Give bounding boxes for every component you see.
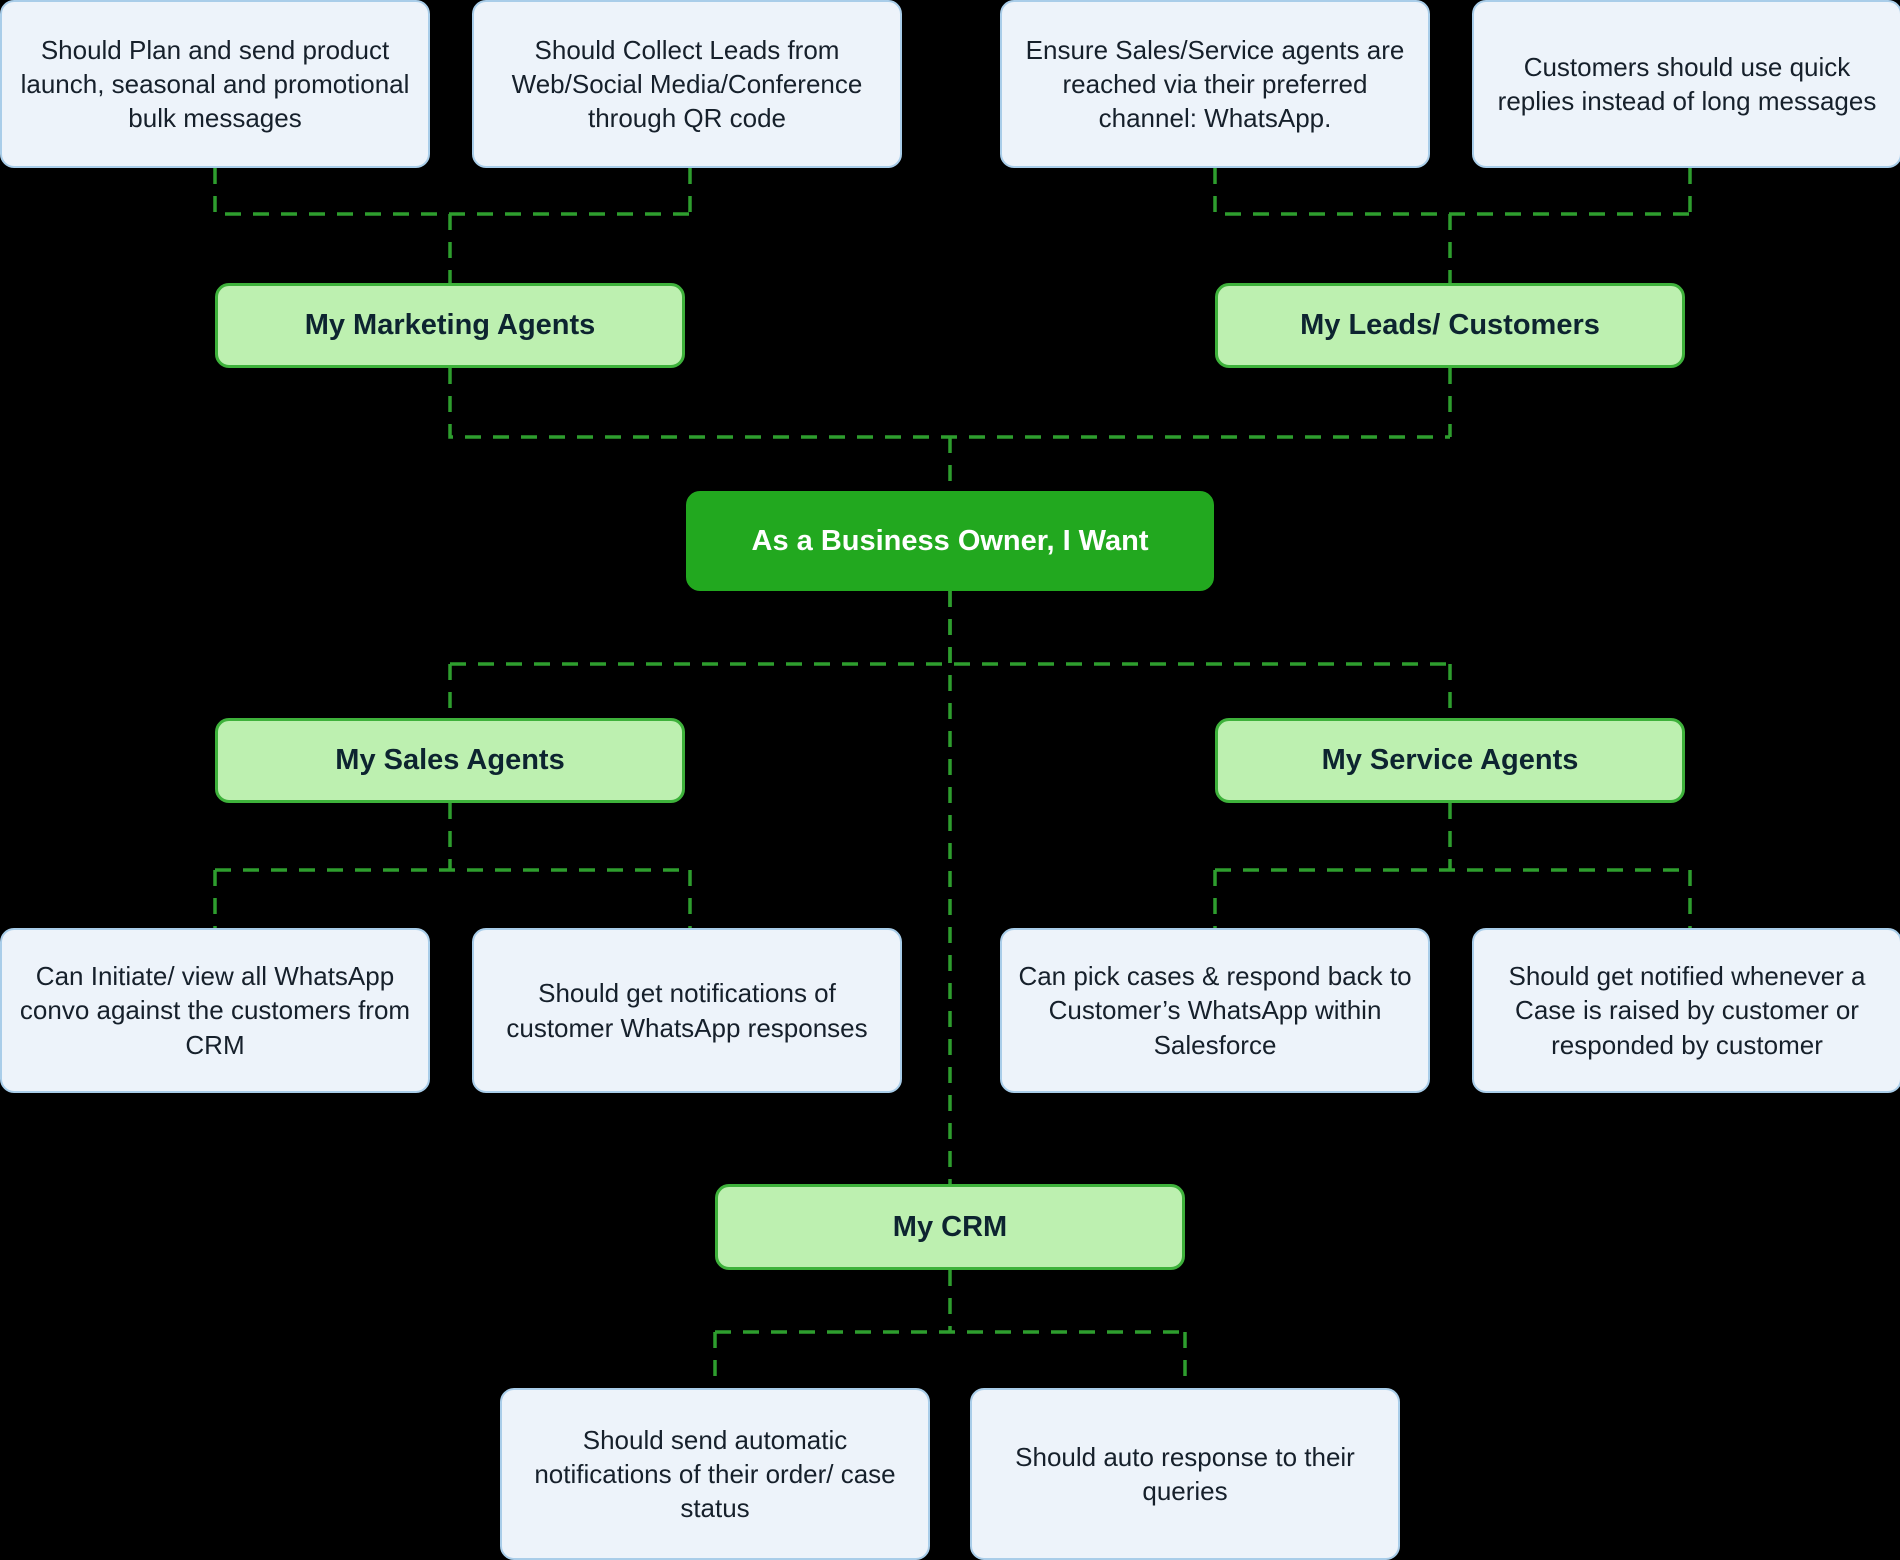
requirement-leads-2[interactable]: Customers should use quick replies inste…: [1472, 0, 1900, 168]
flowchart-canvas: Should Plan and send product launch, sea…: [0, 0, 1900, 1560]
entity-marketing-agents-label: My Marketing Agents: [304, 309, 596, 342]
requirement-sales-2[interactable]: Should get notifications of customer Wha…: [472, 928, 902, 1093]
requirement-crm-2[interactable]: Should auto response to their queries: [970, 1388, 1400, 1560]
requirement-marketing-2[interactable]: Should Collect Leads from Web/Social Med…: [472, 0, 902, 168]
requirement-leads-1-label: Ensure Sales/Service agents are reached …: [1025, 34, 1405, 134]
entity-leads-customers-label: My Leads/ Customers: [1300, 309, 1600, 342]
root-node-label: As a Business Owner, I Want: [751, 524, 1149, 557]
requirement-sales-1-label: Can Initiate/ view all WhatsApp convo ag…: [19, 961, 411, 1060]
requirement-crm-1-label: Should send automatic notifications of t…: [534, 1424, 896, 1524]
requirement-marketing-2-label: Should Collect Leads from Web/Social Med…: [511, 34, 863, 134]
root-node-business-owner[interactable]: As a Business Owner, I Want: [686, 491, 1214, 591]
requirement-sales-1[interactable]: Can Initiate/ view all WhatsApp convo ag…: [0, 928, 430, 1093]
entity-sales-agents[interactable]: My Sales Agents: [215, 718, 685, 803]
requirement-leads-1[interactable]: Ensure Sales/Service agents are reached …: [1000, 0, 1430, 168]
edge-marketing-req1: [213, 168, 690, 216]
requirement-sales-2-label: Should get notifications of customer Wha…: [506, 978, 868, 1043]
requirement-service-1[interactable]: Can pick cases & respond back to Custome…: [1000, 928, 1430, 1093]
entity-leads-customers[interactable]: My Leads/ Customers: [1215, 283, 1685, 368]
edge-leads-req1: [1213, 168, 1690, 216]
requirement-service-1-label: Can pick cases & respond back to Custome…: [1018, 961, 1412, 1060]
requirement-service-2[interactable]: Should get notified whenever a Case is r…: [1472, 928, 1900, 1093]
entity-marketing-agents[interactable]: My Marketing Agents: [215, 283, 685, 368]
requirement-crm-2-label: Should auto response to their queries: [1015, 1441, 1355, 1506]
requirement-crm-1[interactable]: Should send automatic notifications of t…: [500, 1388, 930, 1560]
requirement-marketing-1-label: Should Plan and send product launch, sea…: [20, 34, 410, 134]
entity-crm-label: My CRM: [892, 1210, 1008, 1243]
requirement-leads-2-label: Customers should use quick replies inste…: [1497, 51, 1877, 116]
entity-service-agents[interactable]: My Service Agents: [1215, 718, 1685, 803]
requirement-service-2-label: Should get notified whenever a Case is r…: [1508, 961, 1866, 1060]
entity-crm[interactable]: My CRM: [715, 1184, 1185, 1270]
requirement-marketing-1[interactable]: Should Plan and send product launch, sea…: [0, 0, 430, 168]
entity-service-agents-label: My Service Agents: [1321, 744, 1579, 777]
edge-marketing-to-root: [448, 368, 1450, 439]
entity-sales-agents-label: My Sales Agents: [335, 744, 565, 777]
